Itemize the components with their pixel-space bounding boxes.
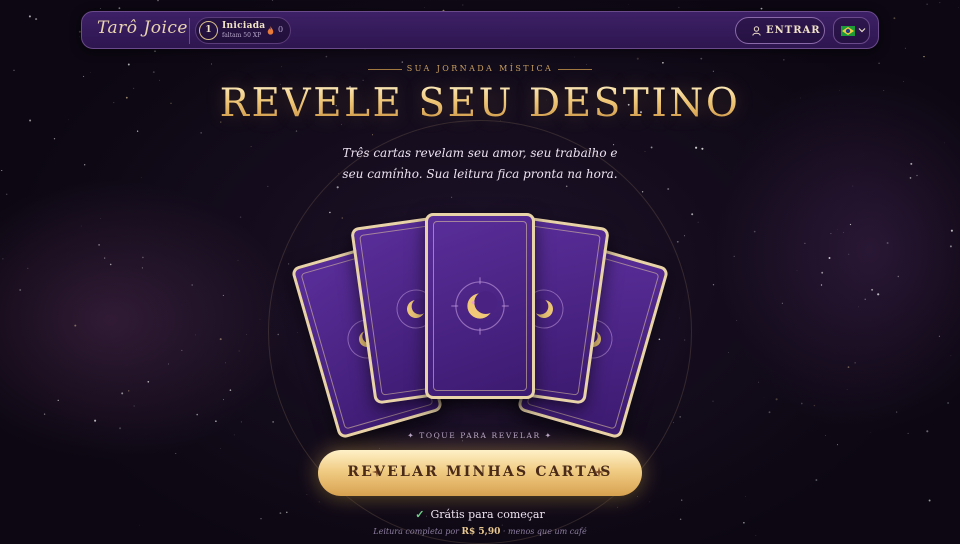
reveal-cards-button[interactable]: REVELAR MINHAS CARTAS (318, 450, 642, 496)
tarot-card-3[interactable] (425, 213, 535, 399)
price-suffix: · menos que um café (503, 527, 587, 536)
price-note: Leitura completa por R$ 5,90 · menos que… (0, 527, 960, 537)
check-icon: ✓ (415, 508, 424, 521)
price-value: R$ 5,90 (462, 527, 501, 537)
price-prefix: Leitura completa por (373, 527, 459, 536)
sparkle-icon (594, 467, 604, 477)
tap-to-reveal-hint: ✦ TOQUE PARA REVELAR ✦ (0, 431, 960, 440)
moon-emblem-icon (449, 275, 511, 337)
free-note: ✓ Grátis para começar (0, 508, 960, 521)
free-text: Grátis para começar (430, 508, 544, 521)
